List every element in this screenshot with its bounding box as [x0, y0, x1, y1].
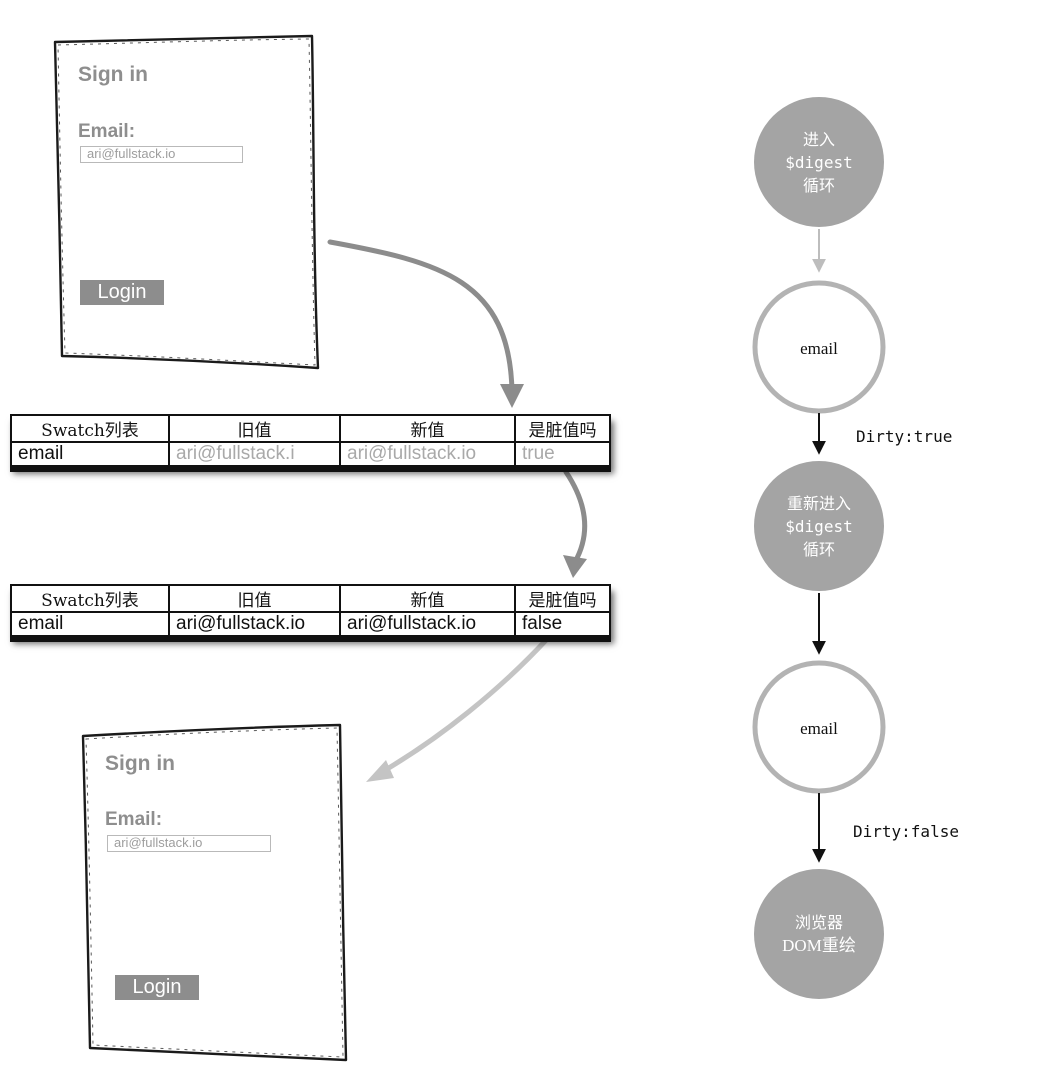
header-old-value: 旧值 [168, 414, 341, 443]
cell-old-value: ari@fullstack.io [168, 611, 341, 637]
cell-is-dirty: false [514, 611, 611, 637]
header-new-value: 新值 [339, 414, 516, 443]
watch-table-header-row: Swatch列表 旧值 新值 是脏值吗 [10, 584, 611, 613]
digest-cycle-diagram: Sign in Email: ari@fullstack.io Login Si… [0, 0, 1044, 1084]
node-browser-dom-repaint-label: 浏览器 DOM重绘 [759, 911, 879, 957]
watch-table-header-row: Swatch列表 旧值 新值 是脏值吗 [10, 414, 611, 443]
watch-table-second: Swatch列表 旧值 新值 是脏值吗 email ari@fullstack.… [10, 584, 611, 637]
header-old-value: 旧值 [168, 584, 341, 613]
node-browser-line1: 浏览器 [794, 913, 843, 932]
curve-mockup-to-table1 [327, 239, 524, 408]
cell-old-value: ari@fullstack.i [168, 441, 341, 467]
node-email-first-label: email [800, 339, 838, 358]
mockup-after-email-field[interactable]: ari@fullstack.io [107, 835, 271, 852]
header-is-dirty: 是脏值吗 [514, 414, 611, 443]
node-enter-digest-label: 进入 $digest 循环 [759, 128, 879, 197]
mockup-after-login-button[interactable]: Login [115, 975, 199, 1000]
header-watch-list: Swatch列表 [10, 414, 170, 443]
mockup-after-title: Sign in [105, 752, 175, 775]
header-is-dirty: 是脏值吗 [514, 584, 611, 613]
mockup-before-email-field[interactable]: ari@fullstack.io [80, 146, 243, 163]
mockup-before-email-label: Email: [78, 121, 136, 142]
node-browser-line2: DOM重绘 [782, 936, 856, 955]
mockup-after-email-label: Email: [105, 809, 163, 830]
cell-is-dirty: true [514, 441, 611, 467]
edge-dirty-true-label: Dirty:true [856, 427, 953, 446]
mockup-before-login-button[interactable]: Login [80, 280, 164, 305]
cell-watch: email [10, 611, 170, 637]
cell-new-value: ari@fullstack.io [339, 441, 516, 467]
curve-table2-to-mockup [366, 635, 551, 782]
node-enter-digest-line2: $digest [785, 153, 853, 172]
node-enter-digest-line1: 进入 [802, 130, 835, 149]
node-reenter-digest-line3: 循环 [802, 540, 835, 559]
edge-dirty-false-label: Dirty:false [853, 822, 959, 841]
table-row: email ari@fullstack.io ari@fullstack.io … [10, 611, 611, 637]
curve-table1-to-table2 [563, 469, 588, 578]
table-row: email ari@fullstack.i ari@fullstack.io t… [10, 441, 611, 467]
mockup-before-title: Sign in [78, 63, 148, 86]
cell-new-value: ari@fullstack.io [339, 611, 516, 637]
node-email-second-label: email [800, 719, 838, 738]
header-new-value: 新值 [339, 584, 516, 613]
node-reenter-digest-line1: 重新进入 [786, 494, 851, 513]
watch-table-first: Swatch列表 旧值 新值 是脏值吗 email ari@fullstack.… [10, 414, 611, 467]
node-enter-digest-line3: 循环 [802, 176, 835, 195]
node-reenter-digest-line2: $digest [785, 517, 853, 536]
cell-watch: email [10, 441, 170, 467]
header-watch-list: Swatch列表 [10, 584, 170, 613]
node-reenter-digest-label: 重新进入 $digest 循环 [759, 492, 879, 561]
